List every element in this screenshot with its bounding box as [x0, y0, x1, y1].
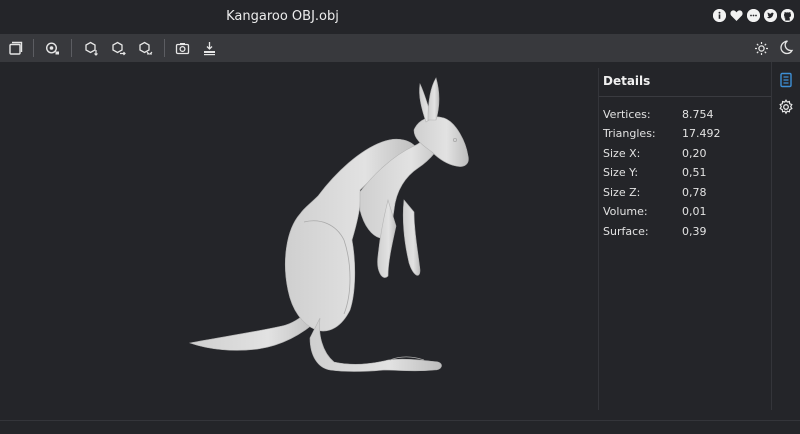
settings-icon[interactable] — [778, 99, 794, 115]
details-panel: Details Vertices: 8.754 Triangles: 17.49… — [599, 62, 771, 410]
detail-value: 8.754 — [682, 108, 714, 121]
status-bar — [0, 420, 800, 434]
detail-value: 0,01 — [682, 205, 707, 218]
app-window: Kangaroo OBJ.obj Details Vertices: 8.754… — [0, 0, 800, 434]
detail-row-size-x: Size X: 0,20 — [603, 147, 763, 163]
info-icon[interactable] — [713, 9, 726, 22]
toolbar-separator — [33, 39, 34, 57]
detail-value: 0,20 — [682, 147, 707, 160]
detail-row-size-z: Size Z: 0,78 — [603, 186, 763, 202]
feedback-icon[interactable] — [747, 9, 760, 22]
heart-icon[interactable] — [730, 9, 743, 22]
toolbar — [0, 34, 800, 62]
toolbar-separator — [164, 39, 165, 57]
twitter-icon[interactable] — [764, 9, 777, 22]
details-title: Details — [603, 74, 651, 88]
window-title: Kangaroo OBJ.obj — [226, 9, 339, 24]
flip-up-icon[interactable] — [136, 39, 154, 57]
fix-up-z-icon[interactable] — [109, 39, 127, 57]
light-mode-icon[interactable] — [752, 39, 770, 57]
detail-label: Vertices: — [603, 108, 651, 121]
details-icon[interactable] — [778, 72, 794, 88]
right-sidebar — [772, 34, 800, 410]
detail-label: Surface: — [603, 225, 649, 238]
detail-row-volume: Volume: 0,01 — [603, 205, 763, 221]
detail-label: Size X: — [603, 147, 641, 160]
title-bar: Kangaroo OBJ.obj — [0, 0, 800, 34]
toolbar-separator — [71, 39, 72, 57]
detail-label: Volume: — [603, 205, 648, 218]
details-divider — [599, 96, 771, 97]
detail-row-surface: Surface: 0,39 — [603, 225, 763, 241]
kangaroo-model — [188, 77, 469, 372]
fit-view-icon[interactable] — [43, 39, 61, 57]
detail-value: 0,39 — [682, 225, 707, 238]
detail-label: Size Z: — [603, 186, 641, 199]
snapshot-icon[interactable] — [173, 39, 191, 57]
detail-value: 0,51 — [682, 166, 707, 179]
detail-value: 17.492 — [682, 127, 721, 140]
export-icon[interactable] — [200, 39, 218, 57]
detail-label: Triangles: — [603, 127, 656, 140]
header-icons — [713, 9, 794, 22]
detail-label: Size Y: — [603, 166, 639, 179]
github-icon[interactable] — [781, 9, 794, 22]
detail-row-triangles: Triangles: 17.492 — [603, 127, 763, 143]
open-file-icon[interactable] — [6, 39, 24, 57]
detail-row-vertices: Vertices: 8.754 — [603, 108, 763, 124]
detail-value: 0,78 — [682, 186, 707, 199]
dark-mode-icon[interactable] — [778, 39, 794, 55]
model-viewport[interactable] — [0, 68, 598, 410]
detail-row-size-y: Size Y: 0,51 — [603, 166, 763, 182]
fix-up-y-icon[interactable] — [82, 39, 100, 57]
